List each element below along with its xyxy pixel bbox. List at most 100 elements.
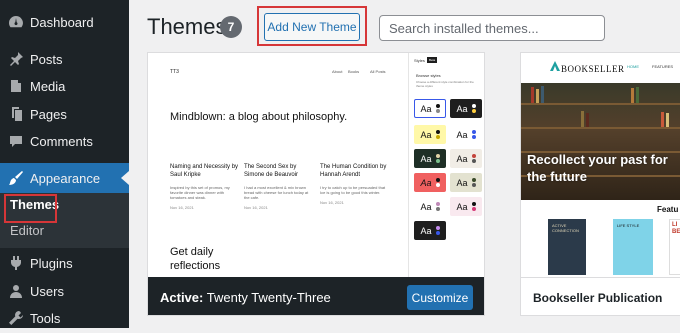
preview-nav-item: All Posts (370, 69, 386, 74)
comment-icon (8, 133, 24, 149)
swatch-sample-text: Aa (456, 129, 468, 140)
swatch-sample-text: Aa (456, 177, 468, 188)
style-swatch: Aa (450, 99, 482, 118)
swatch-sample-text: Aa (456, 153, 468, 164)
browse-styles-subtitle: Choose a different style combination for… (416, 80, 474, 88)
theme-screenshot[interactable]: TT3 About Books All Posts Mindblown: a b… (148, 53, 484, 277)
post-title: Naming and Necessity by Saul Kripke (170, 164, 239, 178)
featured-heading: Featu (657, 205, 679, 214)
preview-site-logo: BOOKSELLER (561, 64, 625, 74)
sidebar-item-appearance[interactable]: Appearance (0, 163, 129, 193)
sidebar-item-label: Posts (30, 51, 63, 67)
sidebar-item-label: Tools (30, 310, 61, 326)
theme-card-bookseller[interactable]: BOOKSELLER HOME FEATURES Recollect your … (520, 52, 680, 316)
style-swatch: Aa (450, 149, 482, 168)
style-swatch: Aa (414, 99, 446, 118)
sidebar-item-label: Comments (30, 133, 93, 149)
bookseller-logo-icon (550, 61, 560, 71)
active-theme-name: Twenty Twenty-Three (206, 290, 331, 305)
preview-hero-text: Recollect your past for the future (527, 152, 668, 184)
book-cover-title: LI BE (672, 222, 680, 235)
preview-hero-image: Recollect your past for the future (521, 83, 680, 200)
preview-book-cover: LIFE STYLE (613, 219, 653, 275)
preview-site-logo: TT3 (170, 69, 179, 75)
preview-nav-item: FEATURES (652, 64, 674, 69)
style-swatch: Aa (450, 125, 482, 144)
style-swatch: Aa (414, 221, 446, 240)
sidebar-item-label: Users (30, 283, 64, 299)
sidebar-item-comments[interactable]: Comments (0, 126, 129, 156)
submenu-item-editor[interactable]: Editor (10, 223, 44, 238)
add-new-highlight-box (257, 6, 367, 46)
preview-headline: Mindblown: a blog about philosophy. (170, 111, 348, 123)
preview-book-cover: ACTIVE CONNECTION (548, 219, 586, 275)
theme-card-active[interactable]: TT3 About Books All Posts Mindblown: a b… (147, 52, 485, 316)
swatch-sample-text: Aa (420, 225, 432, 236)
sidebar-item-posts[interactable]: Posts (0, 44, 129, 74)
preview-nav-item: About (332, 69, 343, 74)
admin-sidebar: Dashboard Posts Media Pages Comments App… (0, 0, 129, 328)
theme-screenshot[interactable]: BOOKSELLER HOME FEATURES Recollect your … (521, 53, 680, 277)
theme-card-footer: Bookseller Publication (521, 277, 680, 315)
wrench-icon (8, 310, 24, 326)
post-title: The Human Condition by Hannah Arendt (320, 164, 387, 178)
book-cover-title: LIFE STYLE (617, 223, 640, 228)
swatch-sample-text: Aa (420, 103, 432, 114)
plugin-icon (8, 255, 24, 271)
preview-post: The Human Condition by Hannah Arendt I t… (320, 163, 390, 205)
preview-footer-headline: Get daily reflections (170, 246, 221, 272)
paintbrush-icon (8, 170, 24, 186)
themes-highlight-box (4, 194, 57, 223)
swatch-sample-text: Aa (420, 177, 432, 188)
preview-post: Naming and Necessity by Saul Kripke Insp… (170, 163, 240, 210)
preview-nav-item: HOME (627, 64, 639, 69)
swatch-sample-text: Aa (456, 201, 468, 212)
active-theme-label: Active: Twenty Twenty-Three (160, 290, 331, 305)
preview-nav-item: Books (348, 69, 360, 74)
search-themes-input[interactable]: Search installed themes... (379, 15, 605, 41)
pin-icon (8, 51, 24, 67)
style-swatch: Aa (414, 125, 446, 144)
post-excerpt: I try to catch up to be persuaded that I… (320, 185, 386, 195)
dashboard-icon (8, 14, 24, 30)
browse-styles-title: Browse styles (416, 73, 441, 78)
post-date: Nov 16, 2021 (320, 200, 344, 205)
media-icon (8, 78, 24, 94)
swatch-sample-text: Aa (420, 129, 432, 140)
swatch-sample-text: Aa (420, 153, 432, 164)
sidebar-item-label: Appearance (30, 170, 101, 186)
style-variations-panel: Styles Beta Browse styles Choose a diffe… (408, 53, 484, 277)
post-excerpt: I had a most excellent & mix brown bread… (244, 185, 309, 200)
sidebar-item-label: Pages (30, 106, 67, 122)
styles-panel-heading: Styles (414, 58, 425, 63)
post-date: Nov 16, 2021 (244, 205, 268, 210)
active-prefix: Active: (160, 290, 204, 305)
style-swatch: Aa (414, 173, 446, 192)
sidebar-item-label: Dashboard (30, 14, 94, 30)
post-date: Nov 16, 2021 (170, 205, 194, 210)
pages-icon (8, 106, 24, 122)
customize-button[interactable]: Customize (407, 285, 473, 310)
sidebar-item-label: Plugins (30, 255, 73, 271)
sidebar-item-pages[interactable]: Pages (0, 99, 129, 129)
sidebar-item-media[interactable]: Media (0, 71, 129, 101)
theme-count-badge: 7 (220, 16, 242, 38)
sidebar-item-plugins[interactable]: Plugins (0, 248, 129, 278)
theme-name: Bookseller Publication (533, 291, 663, 305)
preview-book-cover: LI BE (669, 219, 680, 275)
page-title: Themes (147, 14, 227, 39)
preview-post: The Second Sex by Simone de Beauvoir I h… (244, 163, 314, 210)
sidebar-item-label: Media (30, 78, 66, 94)
beta-badge: Beta (427, 57, 438, 63)
post-excerpt: Inspired by this set of promos, my favor… (170, 185, 230, 200)
style-swatch: Aa (414, 149, 446, 168)
swatch-sample-text: Aa (420, 201, 432, 212)
sidebar-item-dashboard[interactable]: Dashboard (0, 7, 129, 37)
post-title: The Second Sex by Simone de Beauvoir (244, 164, 299, 178)
sidebar-item-tools[interactable]: Tools (0, 303, 129, 333)
sidebar-item-users[interactable]: Users (0, 276, 129, 306)
book-cover-title: ACTIVE CONNECTION (552, 223, 579, 233)
users-icon (8, 283, 24, 299)
style-swatch: Aa (450, 197, 482, 216)
active-theme-footer: Active: Twenty Twenty-Three Customize (148, 277, 484, 315)
